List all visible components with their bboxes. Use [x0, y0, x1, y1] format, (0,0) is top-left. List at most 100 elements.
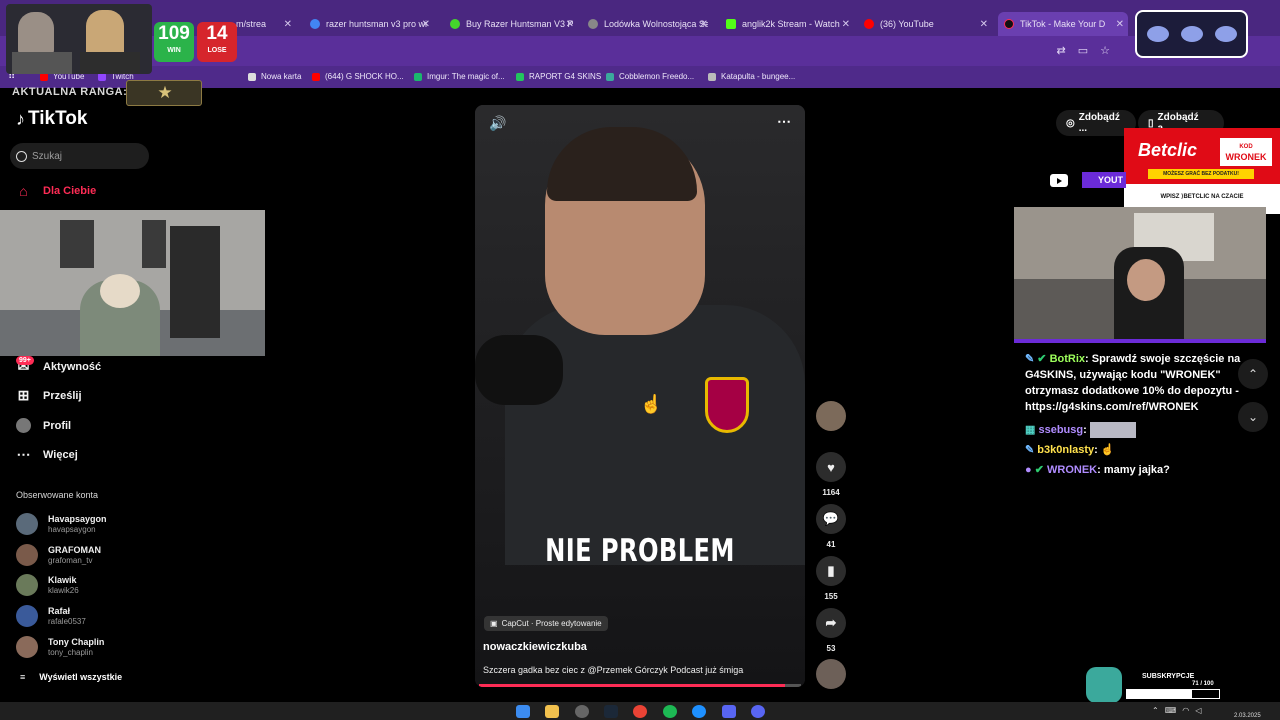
youtube-icon: [312, 72, 320, 81]
bookmark-item[interactable]: Katapulta - bungee...: [708, 72, 795, 81]
chat-message: ● ✔ WRONEK: mamy jajka?: [1025, 462, 1247, 478]
win-count: 109: [158, 23, 190, 44]
translate-icon[interactable]: ⇄: [1057, 44, 1066, 57]
youtube-icon: [1050, 174, 1068, 187]
heart-icon[interactable]: ♥: [816, 452, 846, 482]
bookmark-item[interactable]: RAPORT G4 SKINS: [516, 72, 601, 81]
browser-tab[interactable]: (36) YouTube ✕: [864, 14, 988, 34]
rank-badge: ★: [126, 80, 202, 106]
followed-account[interactable]: Tony Chaplin tony_chaplin: [16, 636, 104, 658]
video-progress-bar[interactable]: [479, 684, 801, 687]
tiktok-logo[interactable]: ♪ TikTok: [16, 108, 87, 130]
chat-message: ✎ b3k0nlasty: ☝: [1025, 442, 1247, 458]
capcut-tag[interactable]: ▣ CapCut · Proste edytowanie: [484, 616, 608, 631]
chat-username: BotRix: [1049, 353, 1086, 365]
wifi-icon[interactable]: ◠: [1182, 706, 1189, 715]
close-icon[interactable]: ✕: [566, 19, 574, 30]
nav-for-you[interactable]: ⌂ Dla Ciebie: [16, 183, 96, 199]
volume-icon[interactable]: 🔊: [489, 115, 506, 132]
browser-tab-active[interactable]: TikTok - Make Your D ✕: [998, 12, 1128, 36]
account-name: Rafał: [48, 605, 71, 616]
discord-icon[interactable]: [751, 705, 765, 718]
app-icon[interactable]: [575, 705, 589, 718]
tab-label: TikTok - Make Your D: [1020, 19, 1106, 29]
chat-text: :: [1094, 444, 1098, 456]
close-icon[interactable]: ✕: [284, 19, 292, 30]
comment-icon[interactable]: 💬: [816, 504, 846, 534]
obs-icon[interactable]: [722, 705, 736, 718]
browser-tab[interactable]: anglik2k Stream - Watch ✕: [726, 14, 850, 34]
bookmark-label: RAPORT G4 SKINS: [529, 72, 602, 81]
scroll-up-button[interactable]: ⌃: [1238, 359, 1268, 389]
nav-label: Aktywność: [43, 360, 102, 373]
browser-tab[interactable]: razer huntsman v3 pro wi ✕: [310, 14, 430, 34]
chevron-up-icon: ⌃: [1247, 367, 1259, 381]
chrome-icon[interactable]: [633, 705, 647, 718]
followed-account[interactable]: GRAFOMAN grafoman_tv: [16, 544, 101, 566]
spotify-icon[interactable]: [663, 705, 677, 718]
chevron-up-icon[interactable]: ⌃: [1152, 706, 1159, 715]
close-icon[interactable]: ✕: [842, 19, 850, 30]
browser-tab[interactable]: Buy Razer Huntsman V3 P ✕: [450, 14, 574, 34]
mic-badge-icon: ●: [1025, 464, 1032, 476]
close-icon[interactable]: ✕: [700, 19, 708, 30]
avatar: [16, 636, 38, 658]
search-placeholder: Szukaj: [32, 150, 63, 162]
search-input[interactable]: Szukaj: [10, 143, 149, 169]
bookmark-item[interactable]: (644) G SHOCK HO...: [312, 72, 404, 81]
scroll-down-button[interactable]: ⌄: [1238, 402, 1268, 432]
nav-more[interactable]: ⋯ Więcej: [16, 446, 78, 462]
browser-tab[interactable]: Lodówka Wolnostojąca Sa ✕: [588, 14, 708, 34]
bookmark-item[interactable]: Nowa karta: [248, 72, 301, 81]
list-icon: ≡: [20, 672, 26, 682]
close-icon[interactable]: ✕: [422, 19, 430, 30]
volume-icon[interactable]: ◁: [1195, 706, 1201, 715]
streamer-webcam-main: [0, 210, 265, 356]
more-options-icon[interactable]: ⋯: [777, 113, 791, 130]
chat-username: WRONEK: [1047, 464, 1098, 476]
nav-profile[interactable]: Profil: [16, 418, 71, 433]
followed-account[interactable]: Havapsaygon havapsaygon: [16, 513, 107, 535]
imgur-icon: [414, 72, 422, 81]
bookmark-label: Nowa karta: [261, 72, 302, 81]
comment-action[interactable]: 💬 41: [815, 504, 847, 549]
sponsor-code: WRONEK: [1225, 152, 1267, 162]
browser-tab[interactable]: m/strea ✕: [236, 14, 292, 34]
tab-label: Lodówka Wolnostojąca Sa: [604, 19, 708, 29]
account-name: Klawik: [48, 574, 77, 585]
video-author[interactable]: nowaczkiewiczkuba: [483, 641, 587, 653]
like-action[interactable]: ♥ 1164: [815, 452, 847, 497]
account-handle: havapsaygon: [48, 524, 96, 534]
address-bar-actions: ⇄ ▭ ☆: [1057, 44, 1111, 57]
search-icon: [16, 150, 27, 162]
bookmark-icon[interactable]: ▮: [816, 556, 846, 586]
creator-avatar[interactable]: [815, 401, 847, 431]
bookmark-star-icon[interactable]: ☆: [1100, 44, 1110, 57]
show-all-button[interactable]: ≡ Wyświetl wszystkie: [20, 672, 122, 682]
followed-account[interactable]: Klawik klawik26: [16, 574, 79, 596]
nav-label: Więcej: [43, 448, 78, 461]
share-action[interactable]: ➦ 53: [815, 608, 847, 653]
tiktok-icon: [1004, 19, 1014, 29]
edge-icon[interactable]: [692, 705, 706, 718]
network-icon[interactable]: ⌨: [1165, 706, 1177, 715]
share-icon[interactable]: ➦: [816, 608, 846, 638]
share-count: 53: [826, 644, 836, 653]
followed-account[interactable]: Rafał rafale0537: [16, 605, 86, 627]
file-explorer-icon[interactable]: [545, 705, 559, 718]
capcut-icon: ▣: [490, 619, 498, 628]
sound-avatar[interactable]: [815, 659, 847, 689]
close-icon[interactable]: ✕: [1116, 19, 1124, 30]
lose-label: LOSE: [207, 47, 227, 54]
subs-progress-fill: [1127, 690, 1193, 698]
windows-start-icon[interactable]: [516, 705, 530, 718]
close-icon[interactable]: ✕: [980, 19, 988, 30]
cast-icon[interactable]: ▭: [1078, 44, 1088, 57]
bookmark-item[interactable]: Cobblemon Freedo...: [606, 72, 694, 81]
page-icon: [248, 72, 256, 81]
nav-upload[interactable]: ⊞ Prześlij: [16, 387, 82, 403]
bookmark-item[interactable]: Imgur: The magic of...: [414, 72, 505, 81]
save-action[interactable]: ▮ 155: [815, 556, 847, 601]
steam-icon[interactable]: [604, 705, 618, 718]
rank-star-icon: ★: [157, 83, 173, 102]
